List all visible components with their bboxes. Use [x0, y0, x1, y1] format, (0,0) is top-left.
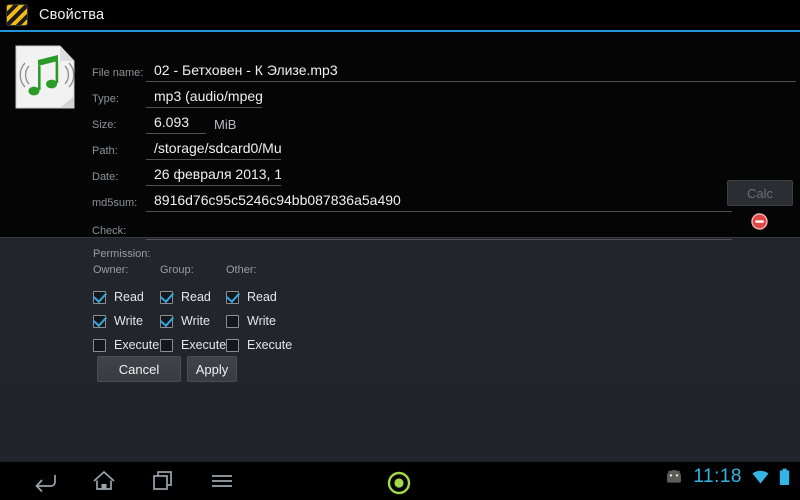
checkbox-group-read[interactable] [160, 290, 173, 304]
permission-other-execute[interactable]: Execute [226, 333, 292, 357]
permission-label-other-read: Read [247, 290, 277, 304]
audio-file-music-note-icon [15, 45, 75, 109]
checkbox-owner-write[interactable] [93, 314, 106, 328]
permission-group-read[interactable]: Read [160, 285, 226, 309]
checkbox-group-execute[interactable] [160, 338, 173, 352]
permission-column-group: Group: Read Write Execute [160, 264, 226, 357]
battery-full-icon [779, 468, 790, 485]
permission-column-title-owner: Owner: [93, 264, 129, 276]
field-label-size: Size: [92, 119, 117, 131]
calc-button[interactable]: Calc [727, 180, 793, 206]
cancel-button[interactable]: Cancel [97, 356, 181, 382]
size-input[interactable]: 6.093 [146, 114, 206, 134]
field-label-filename: File name: [92, 67, 144, 79]
type-input[interactable]: mp3 (audio/mpeg) [146, 88, 262, 108]
android-screen: Свойства File name: 02 - Бетховен - К Эл… [0, 0, 800, 500]
apply-button[interactable]: Apply [187, 356, 237, 382]
permission-label-other-write: Write [247, 314, 276, 328]
permission-owner-read[interactable]: Read [93, 285, 159, 309]
permission-column-title-group: Group: [160, 264, 194, 276]
field-label-type: Type: [92, 93, 119, 105]
checkbox-other-read[interactable] [226, 290, 239, 304]
status-icons: 11:18 [664, 466, 790, 488]
filename-input[interactable]: 02 - Бетховен - К Элизе.mp3 [146, 62, 796, 82]
permission-label-other-execute: Execute [247, 338, 293, 352]
date-input[interactable]: 26 февраля 2013, 15:48 [146, 166, 281, 186]
permission-group-write[interactable]: Write [160, 309, 226, 333]
wifi-icon [752, 470, 769, 484]
field-row-size: Size: 6.093 MiB [92, 110, 236, 134]
checkbox-other-execute[interactable] [226, 338, 239, 352]
path-input[interactable]: /storage/sdcard0/Music [146, 140, 281, 160]
android-robot-icon [667, 470, 682, 483]
status-clock: 11:18 [693, 466, 742, 487]
checkbox-owner-execute[interactable] [93, 338, 106, 352]
permission-owner-execute[interactable]: Execute [93, 333, 159, 357]
permission-column-owner: Owner: Read Write Execute [93, 264, 159, 357]
field-label-check: Check: [92, 225, 127, 237]
window-title: Свойства [39, 7, 105, 23]
permission-group-execute[interactable]: Execute [160, 333, 226, 357]
field-row-filename: File name: 02 - Бетховен - К Элизе.mp3 [92, 58, 796, 82]
navigation-buttons [30, 466, 237, 496]
field-row-path: Path: /storage/sdcard0/Music [92, 136, 281, 160]
permission-owner-write[interactable]: Write [93, 309, 159, 333]
permission-label-owner-read: Read [114, 290, 144, 304]
field-row-date: Date: 26 февраля 2013, 15:48 [92, 162, 281, 186]
permission-label-owner-write: Write [114, 314, 143, 328]
title-bar: Свойства [0, 0, 800, 30]
permission-label-owner-execute: Execute [114, 338, 160, 352]
home-icon[interactable] [89, 466, 119, 496]
permission-label-group-execute: Execute [181, 338, 227, 352]
size-unit-label: MiB [214, 117, 237, 132]
field-label-path: Path: [92, 145, 118, 157]
field-row-type: Type: mp3 (audio/mpeg) [92, 84, 262, 108]
checkbox-owner-read[interactable] [93, 290, 106, 304]
checkbox-other-write[interactable] [226, 314, 239, 328]
permission-heading: Permission: [93, 248, 151, 260]
field-label-md5sum: md5sum: [92, 197, 138, 209]
permission-other-write[interactable]: Write [226, 309, 292, 333]
field-label-date: Date: [92, 171, 119, 183]
menu-icon[interactable] [207, 466, 237, 496]
back-icon[interactable] [30, 466, 60, 496]
field-row-md5sum: md5sum: 8916d76c95c5246c94bb087836a5a490 [92, 188, 732, 212]
permission-column-other: Other: Read Write Execute [226, 264, 292, 357]
permission-column-title-other: Other: [226, 264, 257, 276]
md5sum-input[interactable]: 8916d76c95c5246c94bb087836a5a490 [146, 192, 732, 212]
error-circle-icon [751, 213, 768, 230]
field-row-check: Check: [92, 216, 732, 240]
permission-label-group-write: Write [181, 314, 210, 328]
hazard-stripes-icon [6, 4, 28, 26]
permission-label-group-read: Read [181, 290, 211, 304]
checkbox-group-write[interactable] [160, 314, 173, 328]
recording-dot-icon[interactable] [386, 470, 412, 496]
check-input[interactable] [146, 221, 732, 240]
permission-other-read[interactable]: Read [226, 285, 292, 309]
recent-apps-icon[interactable] [148, 466, 178, 496]
